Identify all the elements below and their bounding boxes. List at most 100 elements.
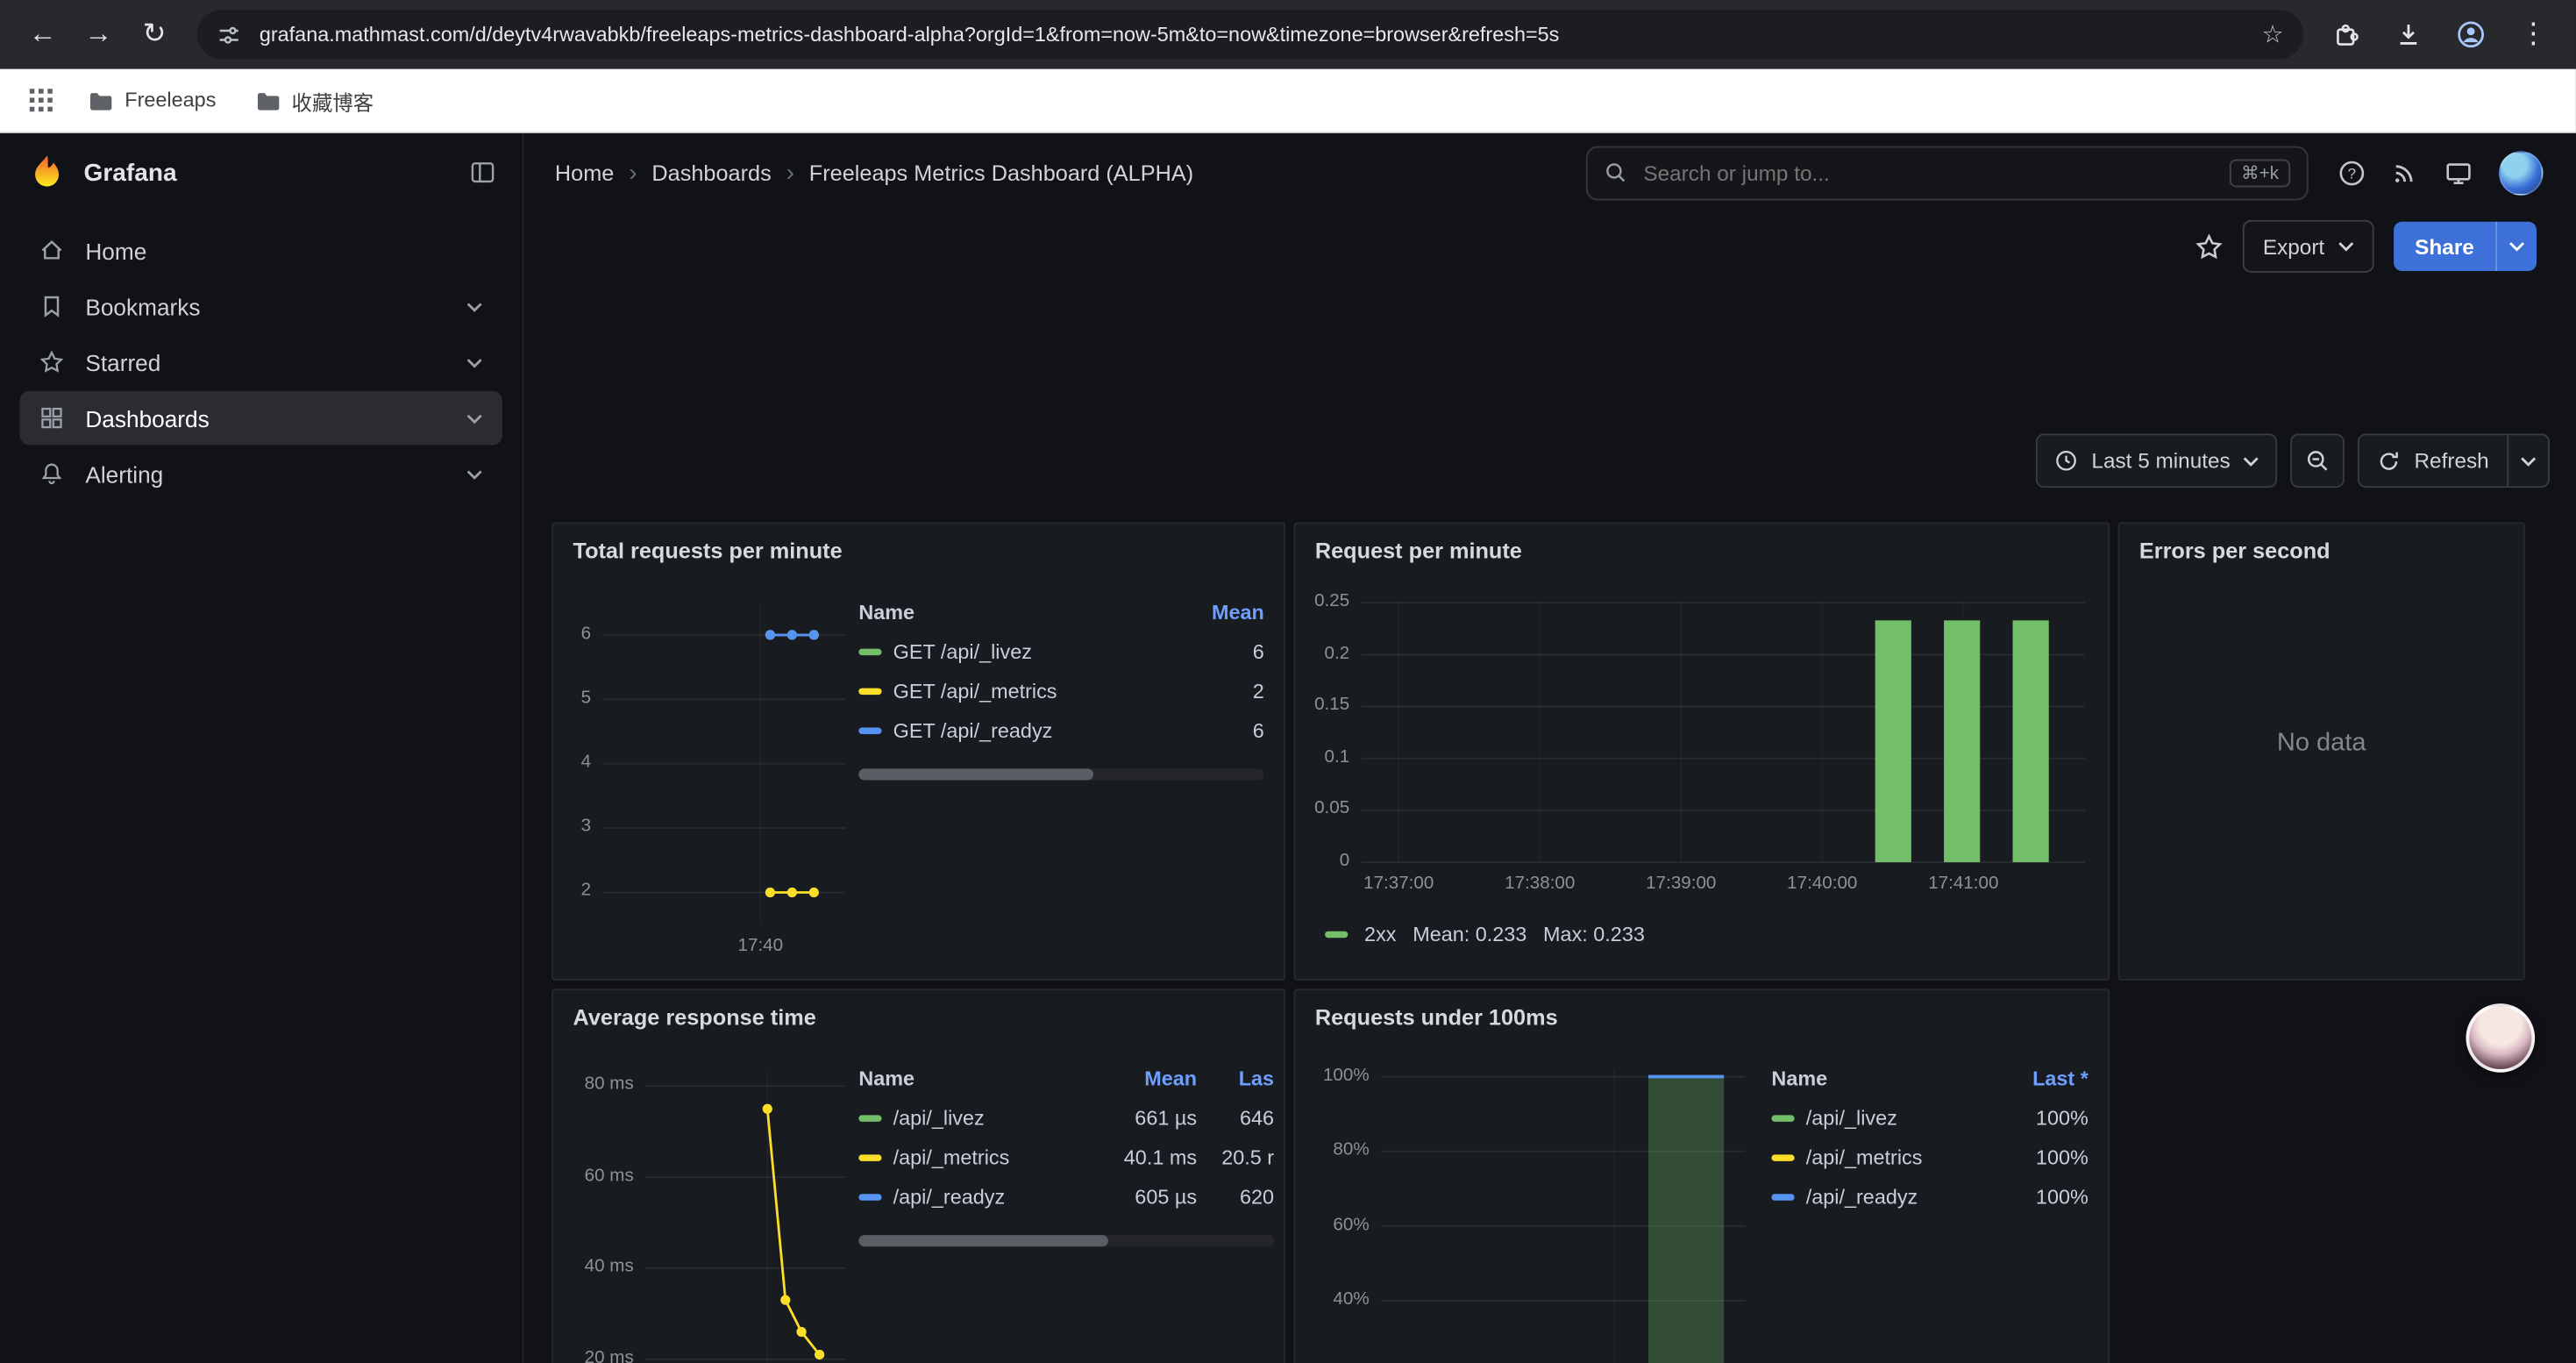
breadcrumb-home[interactable]: Home bbox=[555, 161, 614, 185]
brand-name[interactable]: Grafana bbox=[83, 159, 176, 187]
series-name[interactable]: /api/_livez bbox=[1806, 1107, 1992, 1130]
series-color-swatch bbox=[1771, 1194, 1794, 1200]
panel-title[interactable]: Requests under 100ms bbox=[1295, 990, 2108, 1030]
chevron-down-icon[interactable] bbox=[466, 357, 483, 367]
legend-header-mean[interactable]: Mean bbox=[1185, 601, 1264, 624]
news-rss-icon[interactable] bbox=[2392, 160, 2418, 186]
help-icon[interactable]: ? bbox=[2338, 159, 2366, 187]
refresh-interval-chevron-icon[interactable] bbox=[2507, 435, 2548, 486]
legend-row: GET /api/_readyz 6 bbox=[858, 711, 1264, 751]
panel-title[interactable]: Average response time bbox=[553, 990, 1284, 1030]
apps-grid-icon[interactable] bbox=[19, 79, 62, 122]
panel-title[interactable]: Total requests per minute bbox=[553, 524, 1284, 563]
share-label[interactable]: Share bbox=[2394, 222, 2495, 271]
sidebar-item-label: Dashboards bbox=[85, 405, 209, 432]
requests-under-100ms-chart[interactable]: 100%80%60%40%20%0%17:40 bbox=[1308, 1056, 1754, 1363]
search-shortcut: ⌘+k bbox=[2230, 159, 2290, 187]
reload-icon[interactable]: ↻ bbox=[128, 8, 181, 61]
bookmark-label: 收藏博客 bbox=[292, 84, 374, 116]
scrollbar-thumb[interactable] bbox=[858, 1235, 1107, 1246]
legend-header-name[interactable]: Name bbox=[1771, 1067, 1991, 1090]
export-button[interactable]: Export bbox=[2243, 220, 2373, 273]
chevron-down-icon[interactable] bbox=[466, 469, 483, 479]
zoom-out-button[interactable] bbox=[2291, 433, 2345, 488]
series-color-swatch bbox=[858, 1154, 881, 1160]
total-requests-chart[interactable]: 6543217:40 bbox=[566, 589, 856, 964]
downloads-icon[interactable] bbox=[2382, 8, 2435, 61]
url-input[interactable] bbox=[256, 21, 2246, 47]
y-axis-tick-label: 40% bbox=[1308, 1288, 1369, 1312]
legend-header-name[interactable]: Name bbox=[858, 1067, 1086, 1090]
search-box[interactable]: ⌘+k bbox=[1586, 146, 2309, 200]
favorite-star-icon[interactable] bbox=[2195, 232, 2224, 260]
bookmark-folder-freeleaps[interactable]: Freeleaps bbox=[75, 82, 229, 118]
series-mean: 2 bbox=[1185, 680, 1264, 703]
legend-header-mean[interactable]: Mean bbox=[1099, 1067, 1197, 1090]
extensions-icon[interactable] bbox=[2320, 8, 2373, 61]
request-per-minute-chart[interactable]: 0.250.20.150.10.05017:37:0017:38:0017:39… bbox=[1308, 589, 2095, 902]
panel-title[interactable]: Errors per second bbox=[2119, 524, 2523, 563]
series-name[interactable]: /api/_readyz bbox=[893, 1186, 1087, 1209]
zoom-out-icon bbox=[2306, 448, 2330, 473]
series-last: 100% bbox=[2003, 1186, 2088, 1209]
y-axis-tick-label: 0.05 bbox=[1308, 797, 1349, 822]
browser-toolbar: ← → ↻ ☆ ⋮ bbox=[0, 0, 2576, 69]
bookmark-folder-blogs[interactable]: 收藏博客 bbox=[242, 78, 387, 123]
time-range-picker[interactable]: Last 5 minutes bbox=[2036, 433, 2278, 488]
chevron-down-icon[interactable] bbox=[466, 302, 483, 311]
bookmark-star-icon[interactable]: ☆ bbox=[2261, 19, 2283, 49]
legend-scrollbar[interactable] bbox=[858, 1235, 1274, 1246]
assistant-avatar-overlay[interactable] bbox=[2466, 1003, 2535, 1073]
average-response-time-chart[interactable]: 80 ms60 ms40 ms20 ms0 s17:40 bbox=[566, 1056, 856, 1363]
panel-requests-under-100ms: Requests under 100ms 100%80%60%40%20%0%1… bbox=[1294, 988, 2110, 1363]
series-name[interactable]: /api/_metrics bbox=[893, 1146, 1087, 1169]
sidebar-item-label: Bookmarks bbox=[85, 293, 200, 319]
legend-table: Name Last * /api/_livez 100% /api/_metri… bbox=[1771, 1060, 2088, 1217]
series-last: 20.5 r bbox=[1208, 1146, 1274, 1169]
sidebar-item-starred[interactable]: Starred bbox=[19, 335, 502, 389]
share-menu-chevron-icon[interactable] bbox=[2495, 222, 2537, 271]
refresh-button[interactable]: Refresh bbox=[2360, 435, 2508, 486]
refresh-button-group: Refresh bbox=[2359, 433, 2550, 488]
legend-header-last[interactable]: Last * bbox=[2003, 1067, 2088, 1090]
legend-scrollbar[interactable] bbox=[858, 768, 1264, 780]
y-axis-tick-label: 2 bbox=[566, 880, 591, 904]
site-settings-icon[interactable] bbox=[217, 22, 241, 46]
grafana-logo-icon[interactable] bbox=[26, 152, 68, 193]
series-name[interactable]: GET /api/_livez bbox=[893, 640, 1174, 663]
forward-icon[interactable]: → bbox=[72, 8, 125, 61]
series-name[interactable]: /api/_metrics bbox=[1806, 1146, 1992, 1169]
legend-header-last[interactable]: Las bbox=[1208, 1067, 1274, 1090]
sidebar-item-alerting[interactable]: Alerting bbox=[19, 446, 502, 501]
legend-table: Name Mean GET /api/_livez 6 GET /api/_me… bbox=[858, 593, 1264, 780]
legend-row: GET /api/_livez 6 bbox=[858, 632, 1264, 672]
series-name[interactable]: GET /api/_metrics bbox=[893, 680, 1174, 703]
url-bar[interactable]: ☆ bbox=[197, 10, 2303, 59]
panel-title[interactable]: Request per minute bbox=[1295, 524, 2108, 563]
chevron-down-icon[interactable] bbox=[466, 413, 483, 423]
series-name[interactable]: 2xx bbox=[1364, 923, 1396, 946]
legend-row: GET /api/_metrics 2 bbox=[858, 672, 1264, 711]
legend-header-name[interactable]: Name bbox=[858, 601, 1174, 624]
y-axis-tick-label: 40 ms bbox=[566, 1255, 634, 1280]
user-avatar[interactable] bbox=[2499, 150, 2544, 195]
x-axis-tick-label: 17:37:00 bbox=[1333, 874, 1464, 893]
scrollbar-thumb[interactable] bbox=[858, 768, 1093, 780]
sidebar-item-bookmarks[interactable]: Bookmarks bbox=[19, 279, 502, 333]
back-icon[interactable]: ← bbox=[17, 8, 69, 61]
series-name[interactable]: GET /api/_readyz bbox=[893, 719, 1174, 742]
sidebar-item-label: Home bbox=[85, 238, 146, 264]
panel-errors-per-second: Errors per second No data bbox=[2118, 522, 2525, 980]
breadcrumb-dashboards[interactable]: Dashboards bbox=[651, 161, 771, 185]
search-input[interactable] bbox=[1640, 159, 2217, 187]
sidebar-item-dashboards[interactable]: Dashboards bbox=[19, 391, 502, 446]
browser-menu-icon[interactable]: ⋮ bbox=[2507, 8, 2559, 61]
series-name[interactable]: /api/_readyz bbox=[1806, 1186, 1992, 1209]
series-name[interactable]: /api/_livez bbox=[893, 1107, 1087, 1130]
browser-profile-icon[interactable] bbox=[2444, 8, 2497, 61]
y-axis-tick-label: 0.2 bbox=[1308, 641, 1349, 666]
sidebar-item-home[interactable]: Home bbox=[19, 224, 502, 278]
monitor-icon[interactable] bbox=[2444, 159, 2473, 187]
share-button[interactable]: Share bbox=[2394, 222, 2537, 271]
dock-sidebar-icon[interactable] bbox=[470, 160, 496, 186]
